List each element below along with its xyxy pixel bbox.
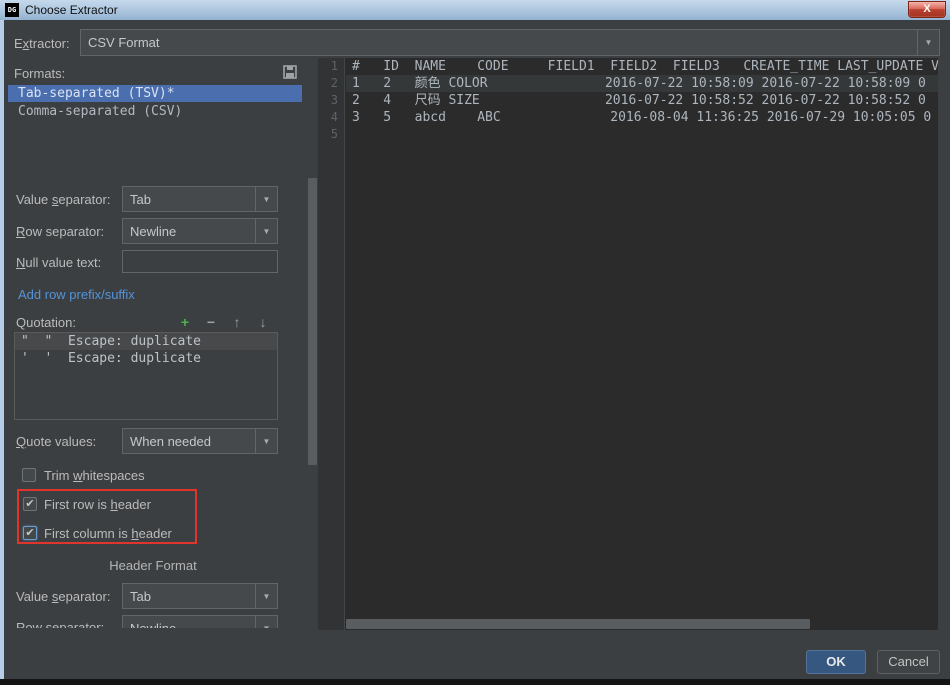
hf-value-separator-value: Tab — [123, 589, 255, 604]
value-separator-combobox[interactable]: Tab ▼ — [122, 186, 278, 212]
quotation-list: " " Escape: duplicate ' ' Escape: duplic… — [14, 332, 278, 420]
hf-row-separator-combobox[interactable]: Newline ▼ — [122, 615, 278, 628]
add-row-prefix-suffix-link[interactable]: Add row prefix/suffix — [18, 287, 135, 302]
format-options-panel: Formats: Tab-separated (TSV)* Comma-sepa… — [4, 58, 302, 628]
line-number: 2 — [318, 76, 338, 90]
cancel-button[interactable]: Cancel — [877, 650, 940, 674]
chevron-down-icon[interactable]: ▼ — [255, 187, 277, 211]
null-value-input[interactable] — [122, 250, 278, 273]
row-separator-label: Row separator: — [16, 224, 104, 239]
format-list-item-csv[interactable]: Comma-separated (CSV) — [8, 103, 302, 120]
chevron-down-icon[interactable]: ▼ — [255, 429, 277, 453]
window-title: Choose Extractor — [25, 3, 118, 17]
datagrip-app-icon: DG — [5, 3, 19, 17]
hf-value-separator-label: Value separator: — [16, 589, 110, 604]
first-column-header-label: First column is header — [44, 526, 172, 541]
line-number: 4 — [318, 110, 338, 124]
quote-values-label: Quote values: — [16, 434, 96, 449]
hf-value-separator-combobox[interactable]: Tab ▼ — [122, 583, 278, 609]
preview-line: 3 5 abcd ABC 2016-08-04 11:36:25 2016-07… — [352, 109, 931, 126]
chevron-down-icon[interactable]: ▼ — [255, 219, 277, 243]
header-format-title: Header Format — [4, 558, 302, 573]
preview-line: # ID NAME CODE FIELD1 FIELD2 FIELD3 CREA… — [352, 58, 938, 75]
extractor-value: CSV Format — [81, 35, 917, 50]
quotation-row[interactable]: ' ' Escape: duplicate — [15, 350, 277, 367]
close-icon: X — [923, 3, 930, 15]
line-number: 3 — [318, 93, 338, 107]
quote-values-value: When needed — [123, 434, 255, 449]
remove-icon[interactable]: − — [202, 314, 220, 330]
first-column-header-checkbox[interactable]: ✔ — [23, 526, 37, 540]
preview-line: 1 2 颜色 COLOR 2016-07-22 10:58:09 2016-07… — [352, 75, 926, 92]
choose-extractor-dialog: DG Choose Extractor X Extractor: CSV For… — [0, 0, 950, 685]
chevron-down-icon[interactable]: ▼ — [255, 584, 277, 608]
first-row-header-label: First row is header — [44, 497, 151, 512]
chevron-down-icon[interactable]: ▼ — [917, 30, 939, 55]
chevron-down-icon[interactable]: ▼ — [255, 616, 277, 628]
trim-whitespaces-label: Trim whitespaces — [44, 468, 145, 483]
move-up-icon[interactable]: ↑ — [228, 314, 246, 330]
ok-button[interactable]: OK — [806, 650, 866, 674]
editor-horizontal-scrollbar[interactable] — [346, 619, 810, 629]
add-icon[interactable]: + — [176, 314, 194, 330]
formats-label: Formats: — [14, 66, 65, 81]
preview-editor[interactable]: 1 2 3 4 5 # ID NAME CODE FIELD1 FIELD2 F… — [318, 58, 938, 630]
title-bar[interactable]: DG Choose Extractor X — [0, 0, 950, 20]
save-icon[interactable] — [283, 65, 297, 79]
format-list-item-tsv[interactable]: Tab-separated (TSV)* — [8, 85, 302, 102]
row-separator-value: Newline — [123, 224, 255, 239]
window-border-bottom — [0, 679, 950, 685]
trim-whitespaces-checkbox[interactable] — [22, 468, 36, 482]
move-down-icon[interactable]: ↓ — [254, 314, 272, 330]
editor-gutter: 1 2 3 4 5 — [318, 58, 345, 630]
preview-line: 2 4 尺码 SIZE 2016-07-22 10:58:52 2016-07-… — [352, 92, 926, 109]
hf-row-separator-label: Row separator: — [16, 620, 104, 628]
null-value-label: Null value text: — [16, 255, 101, 270]
extractor-combobox[interactable]: CSV Format ▼ — [80, 29, 940, 56]
left-panel-scrollbar[interactable] — [308, 178, 317, 465]
value-separator-value: Tab — [123, 192, 255, 207]
quotation-label: Quotation: — [16, 315, 76, 330]
editor-vertical-scrollbar-track[interactable] — [938, 58, 950, 630]
extractor-label: Extractor: — [14, 36, 70, 51]
value-separator-label: Value separator: — [16, 192, 110, 207]
close-button[interactable]: X — [908, 1, 946, 18]
line-number: 5 — [318, 127, 338, 141]
row-separator-combobox[interactable]: Newline ▼ — [122, 218, 278, 244]
line-number: 1 — [318, 59, 338, 73]
first-row-header-checkbox[interactable]: ✔ — [23, 497, 37, 511]
quote-values-combobox[interactable]: When needed ▼ — [122, 428, 278, 454]
hf-row-separator-value: Newline — [123, 621, 255, 629]
quotation-row[interactable]: " " Escape: duplicate — [15, 333, 277, 350]
